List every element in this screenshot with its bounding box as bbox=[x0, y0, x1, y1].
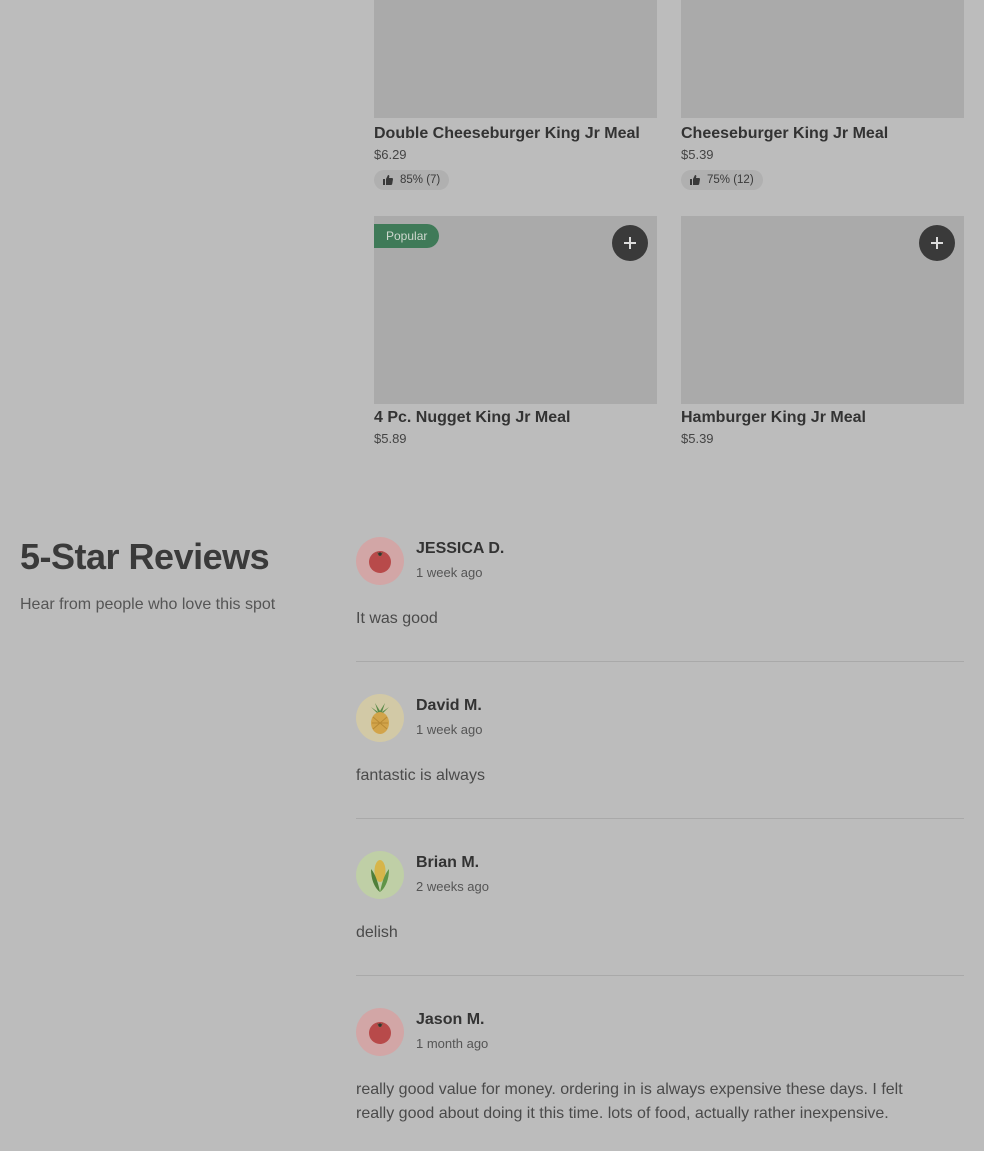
menu-item-price: $6.29 bbox=[374, 147, 407, 162]
thumbs-up-icon bbox=[690, 175, 701, 185]
corn-icon bbox=[371, 860, 389, 892]
reviews-section-subtitle: Hear from people who love this spot bbox=[20, 596, 276, 613]
tomato-icon bbox=[369, 1022, 391, 1044]
rating-badge: 75% (12) bbox=[681, 170, 763, 190]
add-to-cart-button[interactable] bbox=[919, 225, 955, 261]
menu-item-title: Hamburger King Jr Meal bbox=[681, 409, 866, 426]
review-text: delish bbox=[356, 924, 398, 941]
avatar bbox=[356, 1008, 404, 1056]
review-time: 1 week ago bbox=[416, 565, 483, 580]
menu-item-card[interactable]: Double Cheeseburger King Jr Meal $6.29 8… bbox=[374, 0, 657, 191]
rating-text: 75% (12) bbox=[707, 174, 754, 186]
menu-item-image[interactable] bbox=[681, 216, 964, 404]
menu-item-card[interactable]: Hamburger King Jr Meal $5.39 bbox=[681, 216, 964, 447]
reviewer-name: Brian M. bbox=[416, 854, 480, 871]
thumbs-up-icon bbox=[383, 175, 394, 185]
reviewer-name: Jason M. bbox=[416, 1011, 485, 1028]
divider bbox=[356, 975, 964, 976]
add-to-cart-button[interactable] bbox=[612, 225, 648, 261]
review-text: fantastic is always bbox=[356, 767, 485, 784]
plus-icon bbox=[931, 237, 943, 249]
reviews-section-title: 5-Star Reviews bbox=[20, 536, 270, 577]
pineapple-icon bbox=[371, 703, 389, 734]
avatar bbox=[356, 851, 404, 899]
menu-item-card[interactable]: Popular 4 Pc. Nugget King Jr Meal $5.89 bbox=[374, 216, 657, 447]
reviewer-name: David M. bbox=[416, 697, 482, 714]
menu-item-card[interactable]: Cheeseburger King Jr Meal $5.39 75% (12) bbox=[681, 0, 964, 191]
review-time: 2 weeks ago bbox=[416, 879, 489, 894]
rating-text: 85% (7) bbox=[400, 174, 441, 186]
avatar bbox=[356, 694, 404, 742]
menu-item-image[interactable] bbox=[681, 0, 964, 118]
reviewer-name: JESSICA D. bbox=[416, 540, 505, 557]
menu-item-image[interactable]: Popular bbox=[374, 216, 657, 404]
avatar bbox=[356, 537, 404, 585]
plus-icon bbox=[624, 237, 636, 249]
menu-item-title: Cheeseburger King Jr Meal bbox=[681, 125, 889, 142]
menu-item-title: Double Cheeseburger King Jr Meal bbox=[374, 125, 640, 142]
review-time: 1 week ago bbox=[416, 722, 483, 737]
menu-item-price: $5.89 bbox=[374, 431, 407, 446]
menu-item-title: 4 Pc. Nugget King Jr Meal bbox=[374, 409, 571, 426]
popular-badge: Popular bbox=[374, 224, 440, 248]
divider bbox=[356, 661, 964, 662]
review-time: 1 month ago bbox=[416, 1036, 489, 1051]
rating-badge: 85% (7) bbox=[374, 170, 450, 190]
divider bbox=[356, 818, 964, 819]
menu-item-price: $5.39 bbox=[681, 431, 714, 446]
menu-item-image[interactable] bbox=[374, 0, 657, 118]
menu-item-price: $5.39 bbox=[681, 147, 714, 162]
tomato-icon bbox=[369, 551, 391, 573]
review-text: really good value for money. ordering in… bbox=[356, 1081, 903, 1122]
review-text: It was good bbox=[356, 610, 438, 627]
